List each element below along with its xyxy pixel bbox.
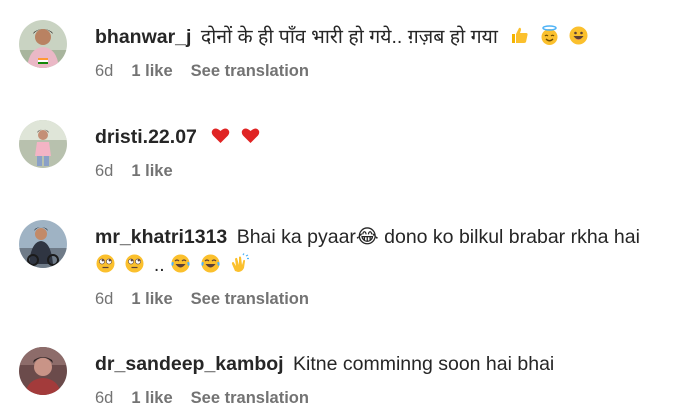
avatar[interactable]: [19, 347, 67, 395]
red-heart-icon: [240, 125, 261, 146]
comment-likes[interactable]: 1 like: [131, 161, 172, 181]
comments-list: bhanwar_j दोनों के ही पाँव भारी हो गये..…: [0, 0, 679, 414]
see-translation-button[interactable]: See translation: [191, 61, 309, 81]
tears-of-joy-icon: [170, 253, 191, 274]
comment-likes[interactable]: 1 like: [131, 61, 172, 81]
see-translation-button[interactable]: See translation: [191, 289, 309, 309]
avatar[interactable]: [19, 20, 67, 68]
comment-text: दोनों के ही पाँव भारी हो गये.. ग़ज़ब हो …: [200, 26, 498, 48]
avatar[interactable]: [19, 120, 67, 168]
avatar[interactable]: [19, 220, 67, 268]
red-heart-icon: [210, 125, 231, 146]
comment-text: Kitne comminng soon hai bhai: [293, 353, 555, 375]
eye-roll-icon: [124, 253, 145, 274]
comment-text-continued: ..: [153, 254, 165, 276]
halo-face-icon: [539, 25, 560, 46]
comment-text: Bhai ka pyaar😂 dono ko bilkul brabar rkh…: [236, 226, 640, 248]
comment-time[interactable]: 6d: [95, 289, 113, 309]
comment-time[interactable]: 6d: [95, 388, 113, 408]
comment-username[interactable]: bhanwar_j: [95, 26, 191, 48]
tears-of-joy-icon: [200, 253, 221, 274]
thumbs-up-icon: [509, 25, 530, 46]
clapping-hands-icon: [229, 253, 250, 274]
comment-username[interactable]: dristi.22.07: [95, 126, 197, 148]
comment-time[interactable]: 6d: [95, 161, 113, 181]
comment-time[interactable]: 6d: [95, 61, 113, 81]
comment-likes[interactable]: 1 like: [131, 388, 172, 408]
see-translation-button[interactable]: See translation: [191, 388, 309, 408]
comment-username[interactable]: mr_khatri1313: [95, 226, 227, 248]
comment-username[interactable]: dr_sandeep_kamboj: [95, 353, 284, 375]
grinning-face-icon: [568, 25, 589, 46]
eye-roll-icon: [95, 253, 116, 274]
comment-likes[interactable]: 1 like: [131, 289, 172, 309]
